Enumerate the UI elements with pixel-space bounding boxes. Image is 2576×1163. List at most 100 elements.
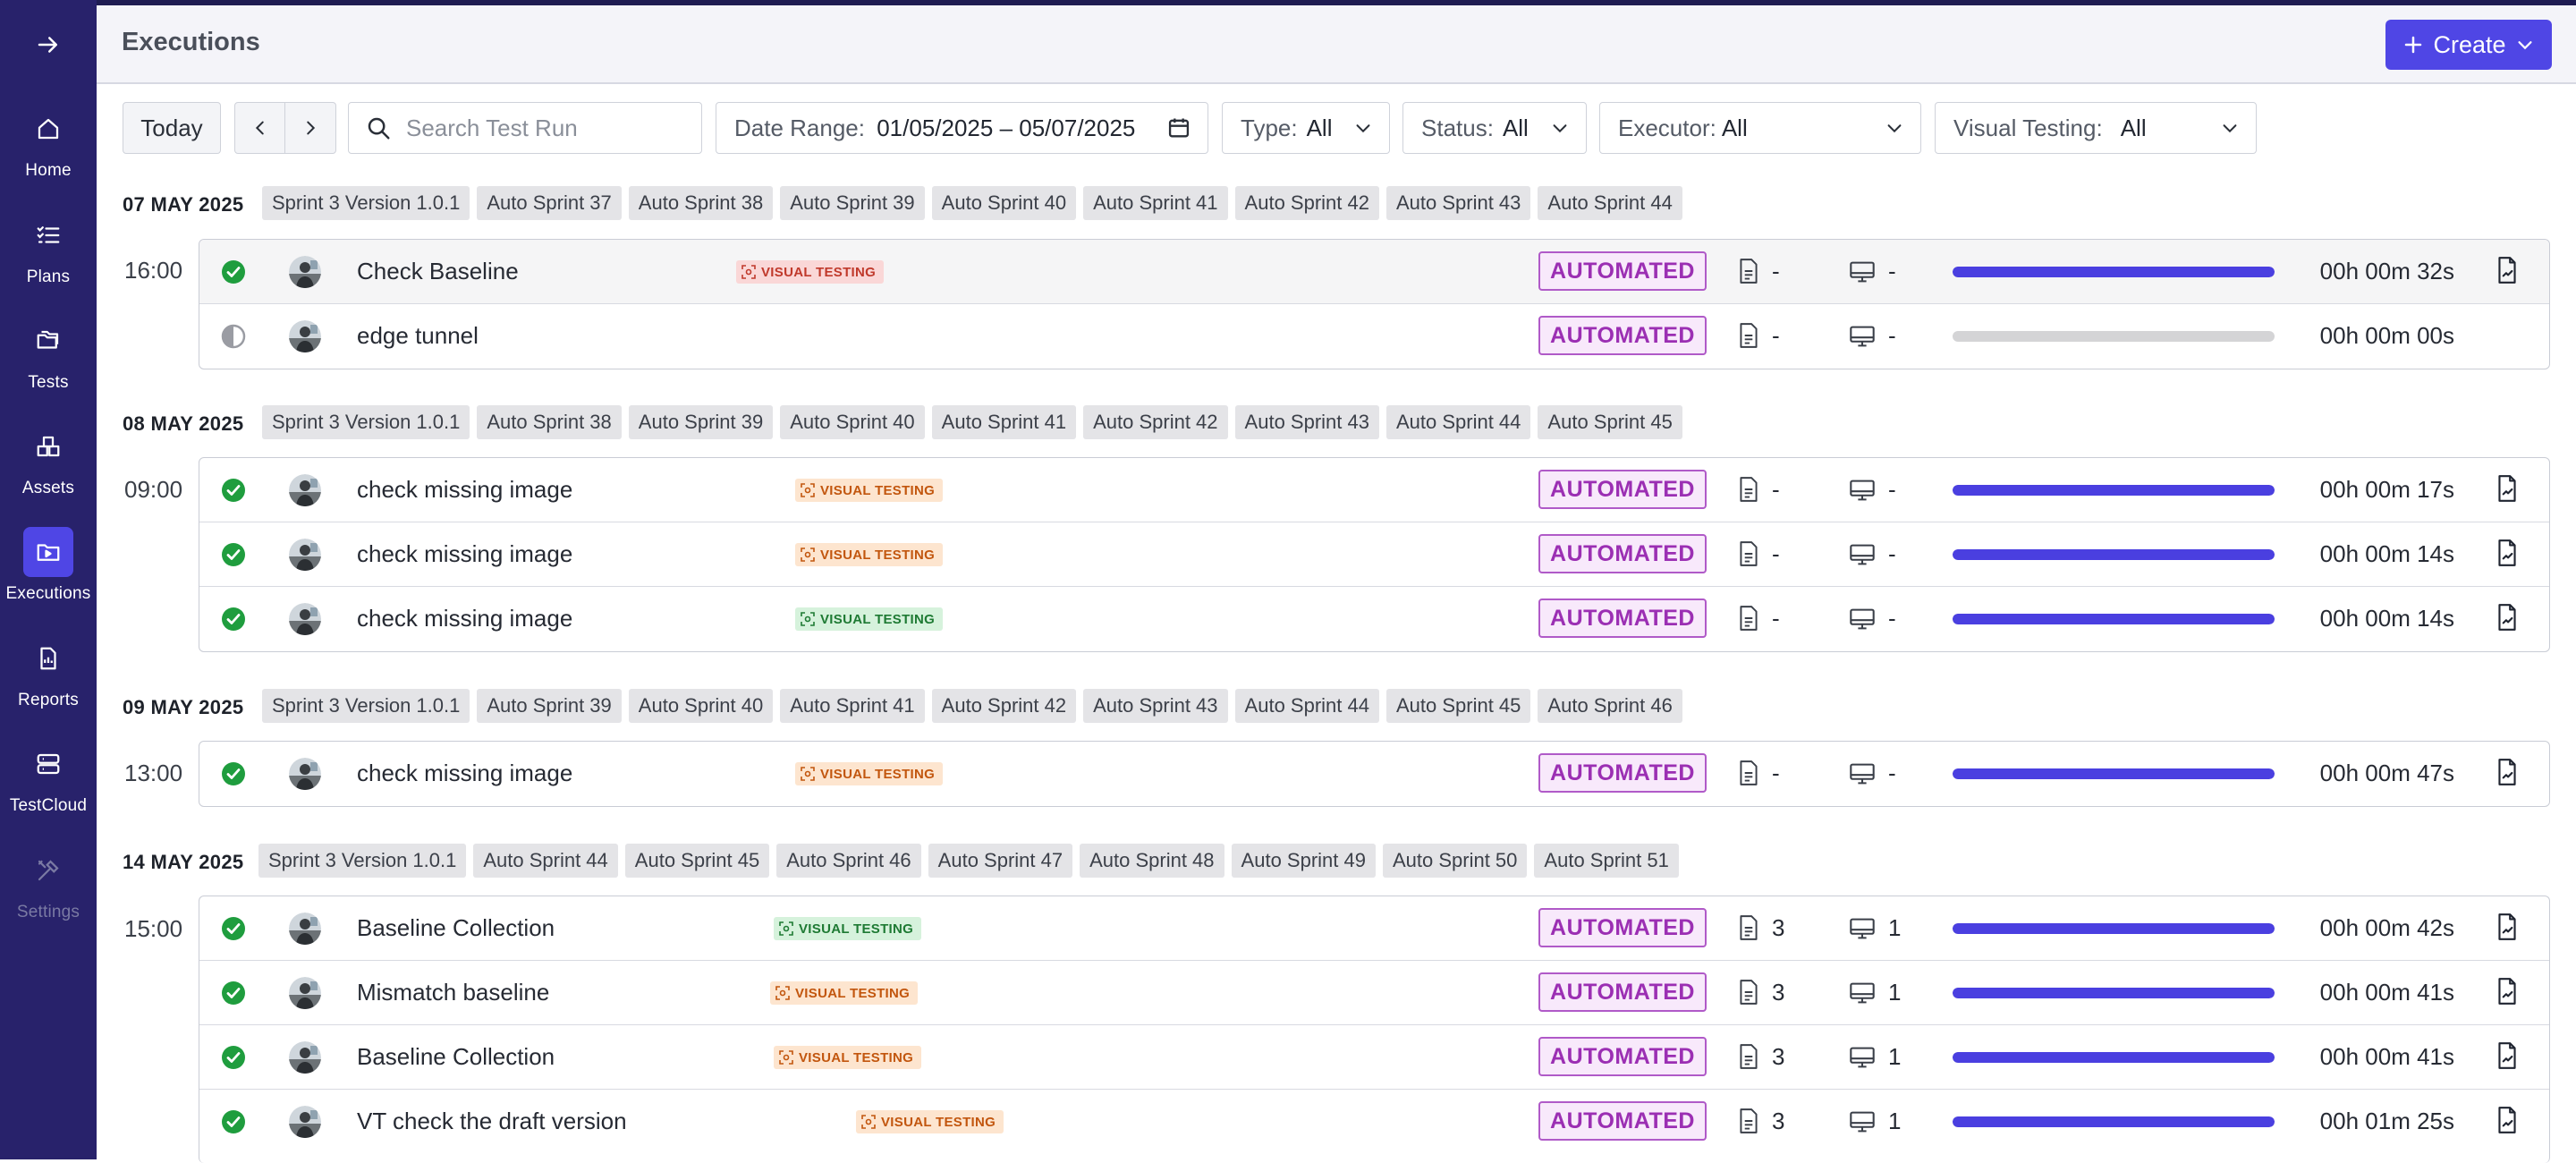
execution-row[interactable]: Mismatch baseline VISUAL TESTING AUTOMATED… <box>199 961 2549 1025</box>
run-name[interactable]: edge tunnel <box>357 322 479 350</box>
previous-button[interactable] <box>234 102 286 154</box>
sprint-tag[interactable]: Auto Sprint 43 <box>1385 186 1531 220</box>
sidebar-item-label: Assets <box>21 479 75 497</box>
calendar-icon <box>1168 118 1190 138</box>
sprint-tag[interactable]: Sprint 3 Version 1.0.1 <box>258 844 467 878</box>
report-icon[interactable] <box>2496 1106 2519 1139</box>
run-name[interactable]: VT check the draft version <box>357 1108 627 1135</box>
sprint-tag[interactable]: Auto Sprint 51 <box>1534 844 1679 878</box>
run-name[interactable]: check missing image <box>357 760 572 787</box>
type-filter-dropdown[interactable]: Type: All <box>1222 102 1390 154</box>
report-icon[interactable] <box>2496 539 2519 572</box>
sprint-tag[interactable]: Auto Sprint 43 <box>1083 689 1228 723</box>
sidebar-item-assets[interactable]: Assets <box>0 414 97 514</box>
sprint-tag[interactable]: Auto Sprint 41 <box>1083 186 1228 220</box>
sprint-tag[interactable]: Auto Sprint 45 <box>624 844 770 878</box>
avatar <box>289 1041 321 1074</box>
run-name[interactable]: check missing image <box>357 605 572 632</box>
type-badge: AUTOMATED <box>1538 972 1707 1012</box>
server-icon <box>23 739 73 789</box>
sidebar-item-executions[interactable]: Executions <box>0 520 97 620</box>
execution-row[interactable]: Check Baseline VISUAL TESTING AUTOMATED - - 0… <box>199 240 2549 304</box>
sprint-tag[interactable]: Auto Sprint 50 <box>1382 844 1528 878</box>
run-name[interactable]: Baseline Collection <box>357 1043 555 1071</box>
execution-row[interactable]: check missing image VISUAL TESTING AUTOMAT… <box>199 587 2549 651</box>
sprint-tag[interactable]: Auto Sprint 39 <box>477 689 622 723</box>
report-icon[interactable] <box>2496 603 2519 636</box>
date-range-label: Date Range: <box>734 114 865 141</box>
sprint-tag[interactable]: Auto Sprint 49 <box>1231 844 1376 878</box>
machine-count: - <box>1888 476 1896 503</box>
search-icon <box>368 117 390 140</box>
execution-row[interactable]: check missing image VISUAL TESTING AUTOMAT… <box>199 522 2549 587</box>
sprint-tag[interactable]: Auto Sprint 41 <box>931 405 1077 439</box>
test-count: 3 <box>1772 979 1785 1006</box>
status-filter-dropdown[interactable]: Status: All <box>1402 102 1587 154</box>
report-icon[interactable] <box>2496 474 2519 507</box>
run-name[interactable]: check missing image <box>357 540 572 568</box>
sprint-tag[interactable]: Auto Sprint 39 <box>780 186 925 220</box>
sprint-tag[interactable]: Auto Sprint 45 <box>1538 405 1682 439</box>
execution-row[interactable]: check missing image VISUAL TESTING AUTOMAT… <box>199 742 2549 806</box>
visual-testing-badge: VISUAL TESTING <box>736 260 885 284</box>
sprint-tag[interactable]: Auto Sprint 46 <box>776 844 921 878</box>
today-button[interactable]: Today <box>123 102 221 154</box>
sidebar-item-home[interactable]: Home <box>0 97 97 197</box>
run-name[interactable]: check missing image <box>357 476 572 504</box>
sprint-tag[interactable]: Auto Sprint 48 <box>1080 844 1224 878</box>
sidebar-toggle-button[interactable] <box>0 18 97 72</box>
machine-count: - <box>1888 540 1896 567</box>
sprint-tag[interactable]: Auto Sprint 39 <box>628 405 774 439</box>
sprint-tag[interactable]: Auto Sprint 40 <box>628 689 774 723</box>
sprint-tag[interactable]: Sprint 3 Version 1.0.1 <box>262 405 470 439</box>
report-icon[interactable] <box>2496 977 2519 1010</box>
execution-row[interactable]: Baseline Collection VISUAL TESTING AUTOMAT… <box>199 1025 2549 1090</box>
sprint-tag[interactable]: Auto Sprint 42 <box>1234 186 1379 220</box>
sidebar-item-reports[interactable]: Reports <box>0 626 97 726</box>
sprint-tag[interactable]: Auto Sprint 42 <box>931 689 1077 723</box>
sprint-tag[interactable]: Auto Sprint 43 <box>1234 405 1379 439</box>
execution-row[interactable]: check missing image VISUAL TESTING AUTOMAT… <box>199 458 2549 522</box>
sprint-tag[interactable]: Auto Sprint 42 <box>1083 405 1228 439</box>
sprint-tag[interactable]: Auto Sprint 46 <box>1538 689 1682 723</box>
sprint-tag[interactable]: Sprint 3 Version 1.0.1 <box>262 186 470 220</box>
progress-bar <box>1953 267 2275 277</box>
sprint-tag[interactable]: Auto Sprint 44 <box>1234 689 1379 723</box>
machine-count: 1 <box>1888 1043 1902 1070</box>
run-name[interactable]: Baseline Collection <box>357 914 555 942</box>
sprint-tag[interactable]: Auto Sprint 40 <box>931 186 1077 220</box>
sprint-tag[interactable]: Auto Sprint 38 <box>628 186 774 220</box>
sprint-tag[interactable]: Auto Sprint 38 <box>477 405 622 439</box>
next-button[interactable] <box>284 102 336 154</box>
report-icon[interactable] <box>2496 758 2519 791</box>
execution-row[interactable]: VT check the draft version VISUAL TESTING… <box>199 1090 2549 1154</box>
create-button[interactable]: Create <box>2385 20 2552 70</box>
duration: 00h 00m 42s <box>2319 914 2454 941</box>
run-name[interactable]: Mismatch baseline <box>357 979 549 1006</box>
visual-testing-badge-label: VISUAL TESTING <box>795 985 911 1001</box>
sidebar-item-settings[interactable]: Settings <box>0 838 97 938</box>
sprint-tag[interactable]: Auto Sprint 45 <box>1385 689 1531 723</box>
report-icon[interactable] <box>2496 1041 2519 1074</box>
visual-testing-filter-dropdown[interactable]: Visual Testing: All <box>1935 102 2257 154</box>
executor-filter-dropdown[interactable]: Executor: All <box>1599 102 1921 154</box>
sprint-tag[interactable]: Auto Sprint 40 <box>780 405 925 439</box>
sprint-tag[interactable]: Auto Sprint 47 <box>928 844 1073 878</box>
run-name[interactable]: Check Baseline <box>357 258 519 285</box>
sprint-tag[interactable]: Auto Sprint 44 <box>1385 405 1531 439</box>
sprint-tag[interactable]: Auto Sprint 44 <box>1538 186 1682 220</box>
execution-row[interactable]: edge tunnel AUTOMATED - - 00h 00m 00s <box>199 304 2549 369</box>
execution-row[interactable]: Baseline Collection VISUAL TESTING AUTOMAT… <box>199 896 2549 961</box>
report-icon[interactable] <box>2496 913 2519 946</box>
sidebar-item-testcloud[interactable]: TestCloud <box>0 732 97 832</box>
sprint-tag[interactable]: Sprint 3 Version 1.0.1 <box>262 689 470 723</box>
sprint-tag[interactable]: Auto Sprint 44 <box>473 844 618 878</box>
sprint-tag[interactable]: Auto Sprint 41 <box>780 689 925 723</box>
sidebar-item-tests[interactable]: Tests <box>0 309 97 409</box>
date-range-picker[interactable]: Date Range: 01/05/2025 – 05/07/2025 <box>716 102 1208 154</box>
report-icon[interactable] <box>2496 256 2519 289</box>
sidebar-item-plans[interactable]: Plans <box>0 203 97 303</box>
sprint-tag[interactable]: Auto Sprint 37 <box>477 186 622 220</box>
search-input[interactable]: Search Test Run <box>348 102 702 154</box>
visual-testing-badge-label: VISUAL TESTING <box>820 482 936 498</box>
